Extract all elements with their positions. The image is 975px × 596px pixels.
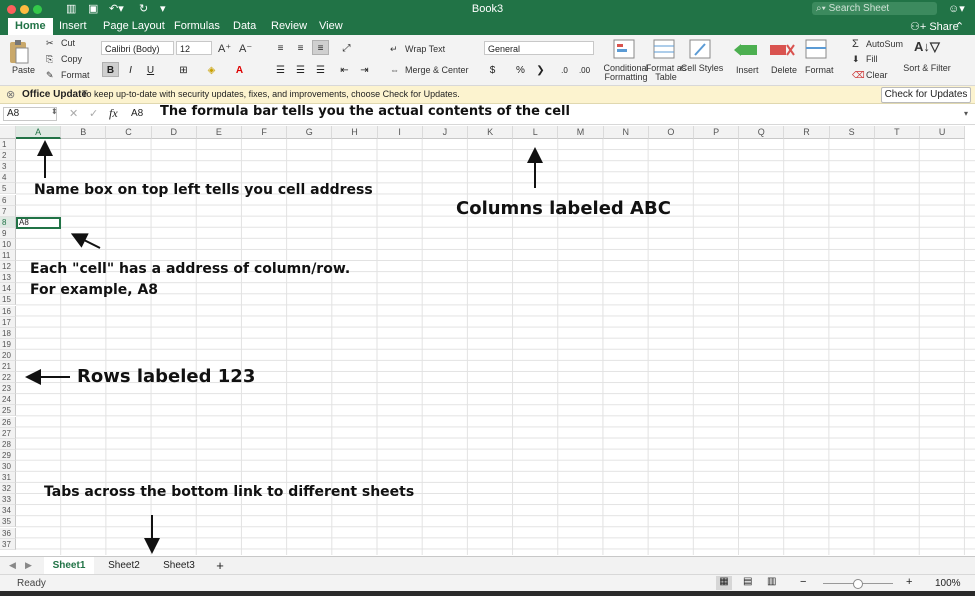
- page-break-view-icon[interactable]: ▥: [767, 576, 776, 587]
- annotation-columns: Columns labeled ABC: [456, 198, 671, 219]
- sheet-tabs-bar: ◀ ▶ Sheet1 Sheet2 Sheet3 +: [0, 556, 975, 576]
- status-bar: Ready ▦ ▤ ▥ − + 100%: [0, 574, 975, 592]
- annotation-name-box: Name box on top left tells you cell addr…: [34, 182, 373, 198]
- annotation-formula-bar: The formula bar tells you the actual con…: [160, 104, 570, 119]
- sheet-tab-sheet2[interactable]: Sheet2: [99, 557, 149, 574]
- annotation-cell-line1: Each "cell" has a address of column/row.: [30, 261, 351, 277]
- annotation-tabs: Tabs across the bottom link to different…: [44, 484, 415, 500]
- status-ready: Ready: [17, 578, 46, 589]
- normal-view-icon[interactable]: ▦: [716, 576, 732, 590]
- zoom-out-icon[interactable]: −: [800, 576, 806, 588]
- previous-sheet-icon[interactable]: ◀: [9, 560, 16, 571]
- sheet-tab-sheet3[interactable]: Sheet3: [154, 557, 204, 574]
- add-sheet-button[interactable]: +: [211, 557, 229, 574]
- zoom-slider-thumb[interactable]: [853, 579, 863, 589]
- annotation-rows: Rows labeled 123: [77, 366, 256, 387]
- zoom-level: 100%: [935, 578, 961, 589]
- zoom-in-icon[interactable]: +: [906, 576, 912, 588]
- next-sheet-icon[interactable]: ▶: [25, 560, 32, 571]
- dock-strip: [0, 591, 975, 596]
- annotation-arrows: [25, 140, 543, 554]
- annotation-cell-line2: For example, A8: [30, 282, 159, 298]
- arrow-to-cell: [70, 233, 101, 249]
- page-layout-view-icon[interactable]: ▤: [743, 576, 752, 587]
